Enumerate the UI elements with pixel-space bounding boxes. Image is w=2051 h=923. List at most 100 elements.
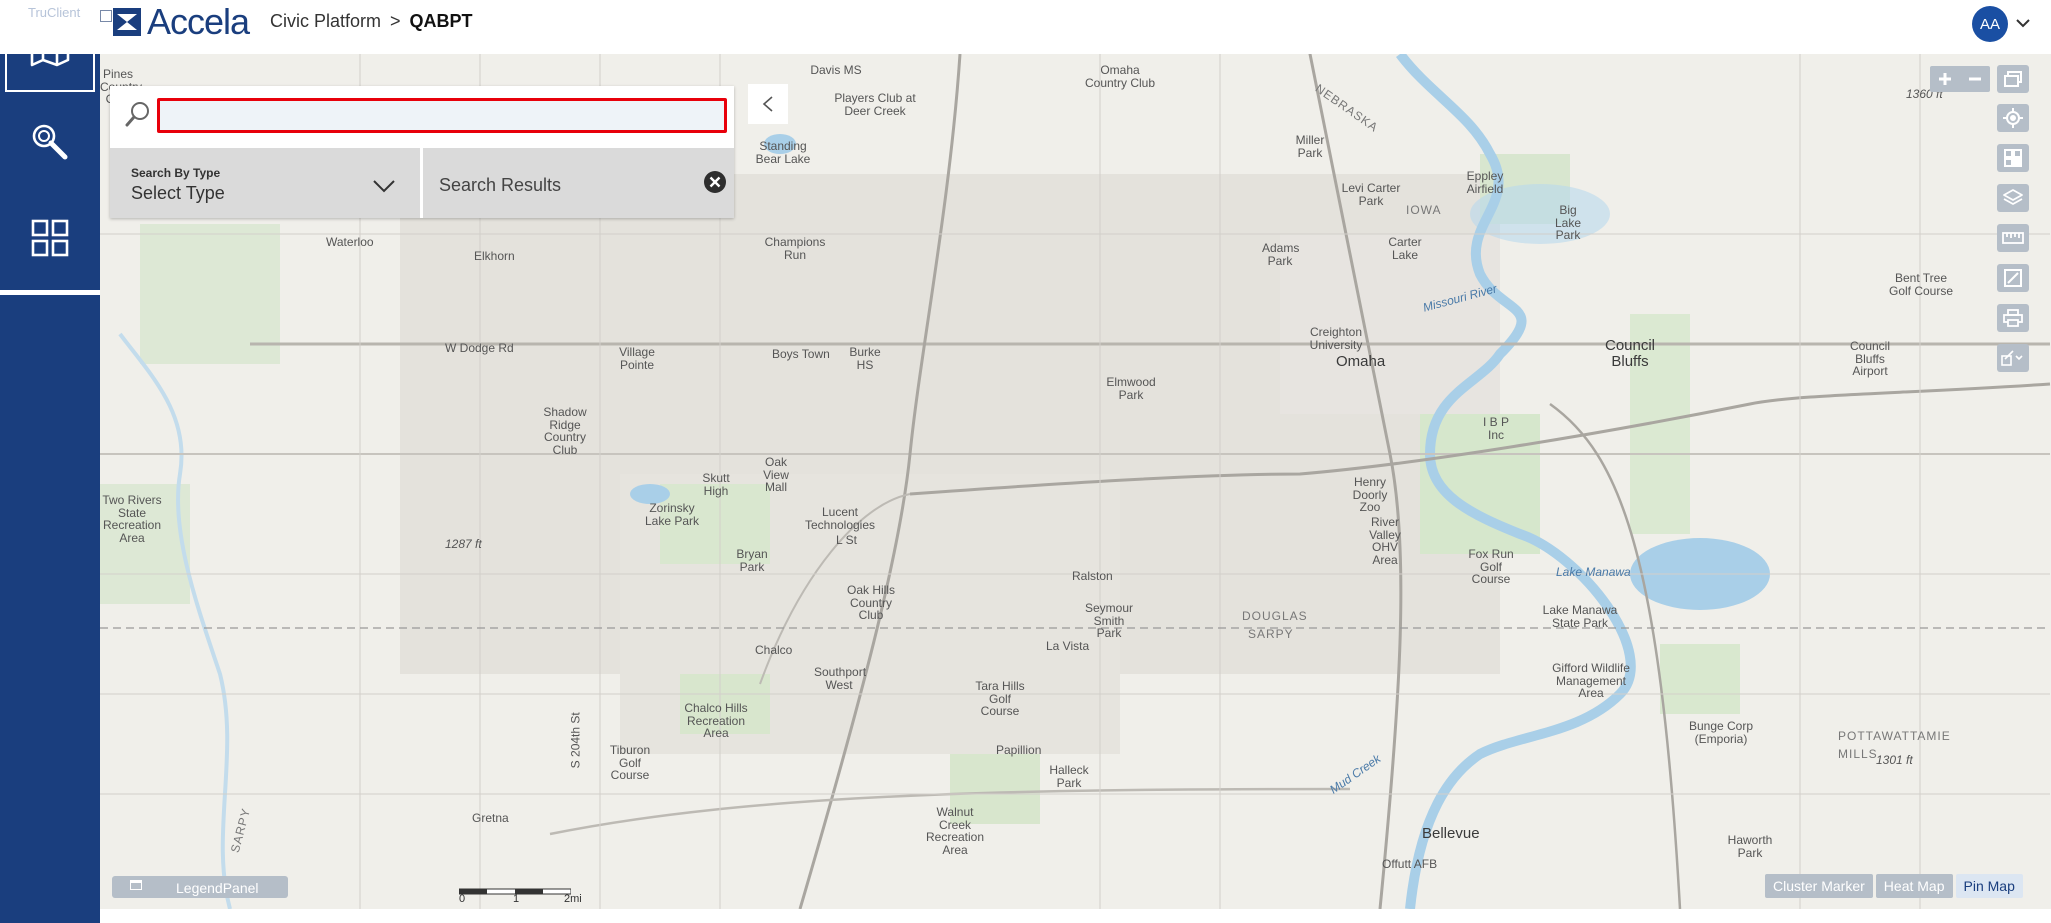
map-label: Ralston [1072,569,1113,583]
map-label: S 204th St [568,712,583,769]
map-label: Council Bluffs [1604,337,1656,370]
map-label: Bellevue [1422,825,1480,842]
map-label: River Valley OHV Area [1369,515,1401,567]
map-label: Oak Hills Country Club [846,583,895,623]
chevron-left-icon [762,96,773,112]
measure-button[interactable] [1997,224,2029,252]
map-label: Standing Bear Lake [755,139,811,166]
user-avatar[interactable]: AA [1972,6,2008,42]
map-label: Chalco Hills Recreation Area [684,701,748,741]
search-input[interactable] [157,98,727,133]
search-results-label: Search Results [439,175,562,195]
map-label: Waterloo [326,235,374,249]
legend-panel[interactable]: LegendPanel [112,876,288,898]
search-type-dropdown[interactable]: Search By Type Select Type [110,148,420,218]
pin-map-button[interactable]: Pin Map [1955,874,2023,898]
locate-icon [2003,108,2023,128]
map-label: I B P Inc [1482,415,1509,442]
breadcrumb-current: QABPT [409,11,473,31]
pencil-icon [2004,269,2022,287]
search-icon [125,102,149,127]
scale-label-2mi: 2mi [564,893,582,905]
cluster-marker-button[interactable]: Cluster Marker [1765,874,1873,898]
map-label: Bunge Corp (Emporia) [1688,719,1754,746]
print-button[interactable] [1997,304,2029,332]
map-label: IOWA [1406,203,1442,217]
map-label: Council Bluffs Airport [1849,339,1891,379]
fullscreen-icon [2004,71,2022,87]
apps-nav-button[interactable] [5,194,95,282]
map-label: Two Rivers State Recreation Area [102,493,162,545]
map-label: Southport West [814,665,867,692]
draw-button[interactable] [1997,264,2029,292]
breadcrumb-root[interactable]: Civic Platform [270,11,381,32]
search-type-value: Select Type [131,183,225,203]
search-nav-button[interactable] [5,98,95,186]
map-label: L St [836,533,857,547]
map-label: Papillion [996,743,1042,757]
legend-icon [130,880,142,890]
map-label: Chalco [755,643,793,657]
ruler-icon [2002,232,2024,244]
legend-label: LegendPanel [176,880,259,896]
map-label: Bent Tree Golf Course [1888,271,1954,298]
search-panel: Search By Type Select Type Search Result… [110,86,734,218]
map-label: Champions Run [764,235,826,262]
breadcrumb: Civic Platform > QABPT [270,11,473,32]
map-label: Lake Manawa State Park [1542,603,1618,630]
map-label: Lucent Technologies [804,505,876,532]
map-label: Big Lake Park [1554,203,1582,243]
edit-tools-button[interactable] [1997,344,2029,372]
map-label: Carter Lake [1388,235,1422,262]
printer-icon [2003,309,2023,327]
search-results-tab[interactable]: Search Results [423,148,734,218]
map-label: Elkhorn [474,249,515,263]
map-label: Walnut Creek Recreation Area [925,805,985,857]
map-label: 1301 ft [1876,753,1913,767]
truclient-overlay-label: TruClient [28,5,81,20]
chevron-down-icon [373,180,395,193]
map-label: Boys Town [772,347,830,361]
map-label: Bryan Park [736,547,768,574]
map-label: Fox Run Golf Course [1468,547,1514,587]
map-label: Lake Manawa [1556,565,1631,579]
map-label: Omaha [1336,353,1386,370]
accela-logo-icon [113,8,141,36]
search-type-label: Search By Type [131,166,221,180]
basemap-grid-icon [2004,149,2022,167]
map-label: Adams Park [1262,241,1300,268]
heat-map-button[interactable]: Heat Map [1875,874,1953,898]
accela-logo[interactable]: Accela [113,1,250,42]
layers-button[interactable] [1997,184,2029,212]
map-label: Eppley Airfield [1466,169,1504,196]
left-sidebar [0,0,100,923]
close-circle-icon[interactable] [703,170,727,194]
map-label: Gretna [472,811,509,825]
zoom-controls [1930,66,1990,92]
collapse-panel-button[interactable] [748,84,788,124]
basemap-button[interactable] [1997,144,2029,172]
zoom-in-button[interactable] [1930,66,1960,92]
app-header: Accela Civic Platform > QABPT AA [0,0,2051,54]
map-label: Halleck Park [1049,763,1089,790]
map-label: MILLS [1838,747,1878,761]
breadcrumb-separator: > [390,11,401,31]
fullscreen-button[interactable] [1997,65,2029,93]
map-label: Elmwood Park [1106,375,1156,402]
map-label: Tara Hills Golf Course [975,679,1025,719]
map-label: Creighton University [1309,325,1363,352]
logo-text: Accela [147,1,250,42]
map-label: Village Pointe [619,345,655,372]
map-label: Seymour Smith Park [1084,601,1134,641]
search-icon [32,124,68,160]
locate-button[interactable] [1997,104,2029,132]
map-label: Levi Carter Park [1341,181,1401,208]
layers-icon [2003,189,2023,205]
zoom-out-button[interactable] [1960,66,1990,92]
map-label: 1287 ft [445,537,482,551]
map-label: Davis MS [810,63,862,77]
scale-label-1: 1 [513,893,520,905]
map-label: Tiburon Golf Course [609,743,651,783]
chevron-down-icon[interactable] [2014,14,2032,32]
map-label: Haworth Park [1727,833,1773,860]
